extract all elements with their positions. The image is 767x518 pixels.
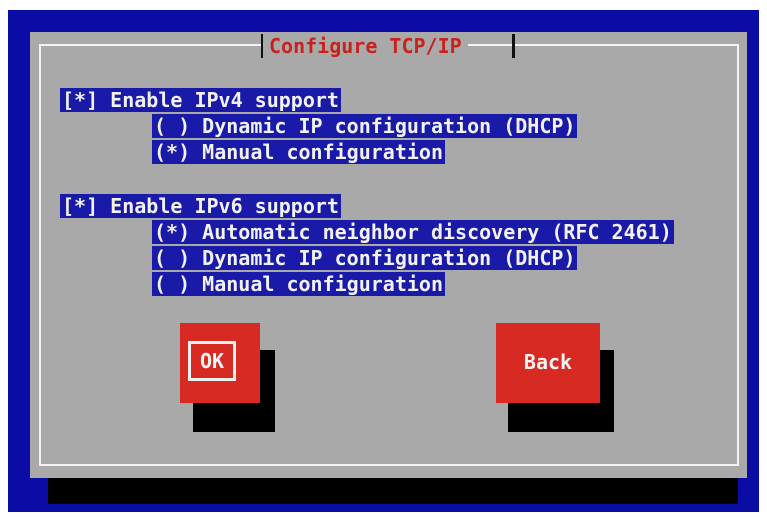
title-right-divider [512,34,515,58]
dialog-title: Configure TCP/IP [263,33,468,59]
enable-ipv4-checkbox[interactable]: [*] Enable IPv4 support [60,88,341,112]
ok-button-label[interactable]: OK [188,341,236,381]
ipv4-manual-radio[interactable]: (*) Manual configuration [152,140,445,164]
ok-button[interactable]: OK [180,323,260,403]
back-button-label[interactable]: Back [502,335,594,389]
ipv6-dhcp-radio[interactable]: ( ) Dynamic IP configuration (DHCP) [152,246,578,270]
enable-ipv6-checkbox[interactable]: [*] Enable IPv6 support [60,194,341,218]
ipv4-dhcp-radio[interactable]: ( ) Dynamic IP configuration (DHCP) [152,114,578,138]
ipv6-manual-radio[interactable]: ( ) Manual configuration [152,272,445,296]
ipv6-auto-radio[interactable]: (*) Automatic neighbor discovery (RFC 24… [152,220,674,244]
back-button[interactable]: Back [496,323,600,403]
